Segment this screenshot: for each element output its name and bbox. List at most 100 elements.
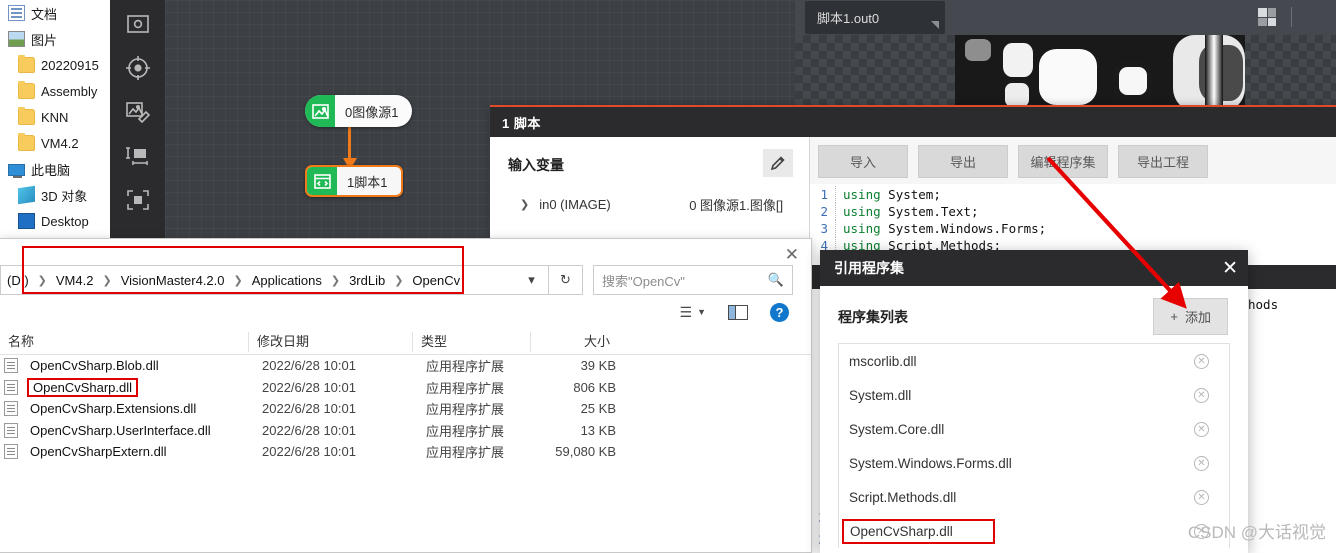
- camera-icon[interactable]: [118, 2, 158, 46]
- flow-node-image-source[interactable]: 0图像源1: [305, 95, 413, 127]
- list-item[interactable]: System.Core.dll ✕: [839, 412, 1229, 446]
- breadcrumb-item[interactable]: (D:): [7, 273, 29, 288]
- column-headers: 名称 修改日期 类型 大小: [0, 329, 811, 355]
- code-line: 3 using System.Windows.Forms;: [810, 220, 1336, 237]
- code-text: System.Windows.Forms;: [880, 221, 1047, 236]
- assembly-name: System.dll: [849, 387, 912, 403]
- plus-icon: +: [1170, 309, 1178, 324]
- preview-blob: [965, 39, 991, 61]
- this-pc-icon: [8, 164, 25, 178]
- image-edit-icon[interactable]: [118, 90, 158, 134]
- watermark: CSDN @大话视觉: [1187, 523, 1326, 542]
- grid-icon[interactable]: [1258, 8, 1276, 26]
- flow-node-script[interactable]: 1脚本1: [305, 165, 404, 197]
- list-item[interactable]: Script.Methods.dll ✕: [839, 480, 1229, 514]
- region-icon[interactable]: [118, 178, 158, 222]
- file-size: 13 KB: [580, 422, 616, 438]
- preview-pane-icon[interactable]: [728, 304, 748, 320]
- file-date: 2022/6/28 10:01: [262, 379, 356, 395]
- file-type: 应用程序扩展: [426, 402, 505, 418]
- code-button-0[interactable]: 导入: [818, 145, 908, 178]
- chevron-right-icon[interactable]: ❯: [520, 198, 529, 211]
- table-row[interactable]: OpenCvSharp.Blob.dll 2022/6/28 10:01 应用程…: [0, 355, 811, 377]
- column-header[interactable]: 大小: [530, 331, 620, 352]
- dialog-title: 引用程序集: [834, 260, 904, 276]
- tree-item[interactable]: 3D 对象: [0, 182, 110, 208]
- chevron-down-icon[interactable]: ▾: [515, 265, 549, 295]
- table-row[interactable]: OpenCvSharp.Extensions.dll 2022/6/28 10:…: [0, 398, 811, 420]
- target-icon[interactable]: [118, 46, 158, 90]
- code-button-1[interactable]: 导出: [918, 145, 1008, 178]
- tree-item[interactable]: 图片: [0, 26, 110, 52]
- column-header[interactable]: 类型: [412, 331, 530, 352]
- delete-circle-icon[interactable]: ✕: [1194, 387, 1209, 403]
- tree-item-label: VM4.2: [41, 135, 79, 151]
- list-item[interactable]: System.Windows.Forms.dll ✕: [839, 446, 1229, 480]
- breadcrumb-item[interactable]: OpenCv: [412, 273, 460, 288]
- tree-item[interactable]: 文档: [0, 0, 110, 26]
- measure-icon[interactable]: [118, 134, 158, 178]
- search-icon[interactable]: 🔍: [768, 272, 784, 288]
- tree-item[interactable]: 20220915: [0, 52, 110, 78]
- delete-circle-icon[interactable]: ✕: [1194, 353, 1209, 369]
- vm-vertical-toolbar[interactable]: [110, 0, 165, 240]
- toolbar-divider: [1291, 7, 1292, 27]
- input-variable-row[interactable]: ❯ in0 (IMAGE) 0 图像源1.图像[]: [508, 195, 795, 214]
- list-view-icon[interactable]: ☰ ▼: [680, 304, 706, 321]
- assembly-list[interactable]: mscorlib.dll ✕ System.dll ✕ System.Core.…: [838, 343, 1230, 548]
- breadcrumb-item[interactable]: 3rdLib: [349, 273, 385, 288]
- tree-item[interactable]: KNN: [0, 104, 110, 130]
- delete-circle-icon[interactable]: ✕: [1194, 421, 1209, 437]
- preview-tab[interactable]: 脚本1.out0: [805, 1, 945, 34]
- search-input[interactable]: 搜索"OpenCv" 🔍: [593, 265, 793, 295]
- table-row[interactable]: OpenCvSharp.UserInterface.dll 2022/6/28 …: [0, 420, 811, 442]
- image-source-icon: [305, 95, 335, 127]
- delete-circle-icon[interactable]: ✕: [1194, 455, 1209, 471]
- dll-file-icon: [4, 401, 18, 417]
- preview-gradient: [1205, 35, 1223, 111]
- table-row[interactable]: OpenCvSharpExtern.dll 2022/6/28 10:01 应用…: [0, 441, 811, 463]
- file-date: 2022/6/28 10:01: [262, 444, 356, 460]
- file-name: OpenCvSharp.UserInterface.dll: [30, 422, 211, 438]
- tree-item[interactable]: Desktop: [0, 208, 110, 234]
- list-item[interactable]: mscorlib.dll ✕: [839, 344, 1229, 378]
- tree-item-label: 图片: [31, 32, 58, 48]
- file-type: 应用程序扩展: [426, 423, 505, 439]
- script-window-title: 1 脚本: [490, 107, 1336, 137]
- view-options-bar: ☰ ▼ ?: [0, 295, 811, 329]
- input-section-title: 输入变量: [508, 157, 564, 173]
- file-list[interactable]: OpenCvSharp.Blob.dll 2022/6/28 10:01 应用程…: [0, 355, 811, 463]
- table-row[interactable]: OpenCvSharp.dll 2022/6/28 10:01 应用程序扩展 8…: [0, 377, 811, 399]
- add-assembly-button[interactable]: + 添加: [1153, 298, 1228, 335]
- list-item[interactable]: System.dll ✕: [839, 378, 1229, 412]
- refresh-icon[interactable]: ↻: [549, 265, 583, 295]
- tree-item[interactable]: 此电脑: [0, 156, 110, 182]
- help-icon[interactable]: ?: [770, 302, 789, 322]
- close-icon[interactable]: ✕: [1222, 257, 1238, 280]
- file-date: 2022/6/28 10:01: [262, 401, 356, 417]
- code-button-2[interactable]: 编辑程序集: [1018, 145, 1108, 178]
- vm-folder-tree[interactable]: 文档 图片 20220915 Assembly KNN VM4.2 此电脑 3D…: [0, 0, 110, 256]
- breadcrumb-item[interactable]: Applications: [252, 273, 322, 288]
- close-icon[interactable]: ✕: [785, 245, 799, 265]
- code-button-3[interactable]: 导出工程: [1118, 145, 1208, 178]
- column-header[interactable]: 名称: [0, 332, 248, 352]
- delete-circle-icon[interactable]: ✕: [1194, 489, 1209, 505]
- tree-item[interactable]: VM4.2: [0, 130, 110, 156]
- dialog-titlebar: 引用程序集 ✕: [820, 250, 1248, 286]
- dll-file-icon: [4, 444, 18, 460]
- column-header[interactable]: 修改日期: [248, 331, 412, 352]
- image-preview[interactable]: [795, 35, 1336, 111]
- tree-item-label: KNN: [41, 109, 69, 125]
- file-size: 25 KB: [580, 401, 616, 417]
- pencil-icon[interactable]: [763, 149, 793, 177]
- file-name: OpenCvSharp.Extensions.dll: [30, 401, 197, 417]
- add-button-label: 添加: [1184, 310, 1211, 325]
- tree-item-label: 文档: [31, 6, 58, 22]
- list-item[interactable]: OpenCvSharp.dll ✕: [839, 514, 1229, 548]
- file-size: 806 KB: [573, 379, 616, 395]
- breadcrumb-item[interactable]: VM4.2: [56, 273, 94, 288]
- tree-item[interactable]: Assembly: [0, 78, 110, 104]
- breadcrumb-item[interactable]: VisionMaster4.2.0: [121, 273, 225, 288]
- breadcrumb[interactable]: (D:) ❯ VM4.2 ❯ VisionMaster4.2.0 ❯ Application…: [0, 265, 515, 295]
